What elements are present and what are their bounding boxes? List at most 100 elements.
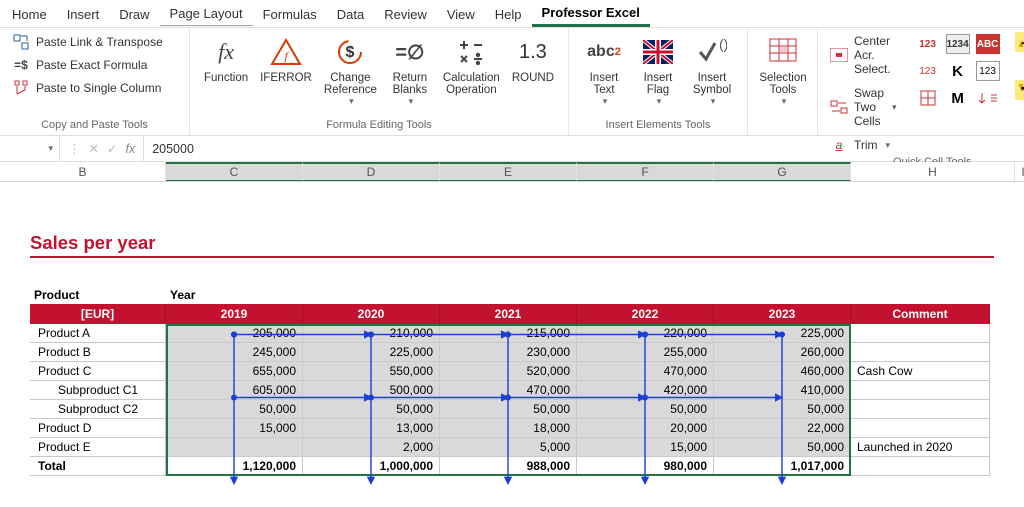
millions-m-icon[interactable]: M — [946, 88, 970, 108]
value-cell[interactable]: 205,000 — [166, 324, 303, 342]
tab-professor-excel[interactable]: Professor Excel — [532, 0, 650, 27]
value-cell[interactable]: 230,000 — [440, 343, 577, 361]
tab-draw[interactable]: Draw — [109, 2, 159, 26]
insert-text-button[interactable]: abc2 Insert Text▾ — [577, 32, 631, 109]
value-cell[interactable]: 50,000 — [440, 400, 577, 418]
value-cell[interactable]: 1,017,000 — [714, 457, 851, 475]
product-name-cell[interactable]: Total — [30, 457, 166, 475]
value-cell[interactable]: 20,000 — [577, 419, 714, 437]
product-name-cell[interactable]: Subproduct C2 — [30, 400, 166, 418]
round-button[interactable]: 1.3 ROUND — [506, 32, 560, 86]
value-cell[interactable]: 460,000 — [714, 362, 851, 380]
hierarchy-bottom-icon[interactable] — [1015, 80, 1024, 100]
comment-cell[interactable] — [851, 457, 990, 475]
value-cell[interactable]: 550,000 — [303, 362, 440, 380]
col-header-C[interactable]: C — [166, 162, 303, 181]
comment-cell[interactable]: Cash Cow — [851, 362, 990, 380]
tab-data[interactable]: Data — [327, 2, 374, 26]
value-cell[interactable]: 50,000 — [577, 400, 714, 418]
col-header-H[interactable]: H — [851, 162, 1015, 181]
col-header-E[interactable]: E — [440, 162, 577, 181]
value-cell[interactable]: 215,000 — [440, 324, 577, 342]
value-cell[interactable]: 15,000 — [166, 419, 303, 437]
value-cell[interactable]: 410,000 — [714, 381, 851, 399]
value-cell[interactable]: 13,000 — [303, 419, 440, 437]
tab-formulas[interactable]: Formulas — [253, 2, 327, 26]
comment-cell[interactable] — [851, 419, 990, 437]
change-reference-button[interactable]: $ Change Reference▾ — [318, 32, 383, 109]
value-cell[interactable]: 5,000 — [440, 438, 577, 456]
value-cell[interactable]: 1,120,000 — [166, 457, 303, 475]
value-cell[interactable]: 1,000,000 — [303, 457, 440, 475]
col-header-F[interactable]: F — [577, 162, 714, 181]
value-cell[interactable]: 50,000 — [714, 438, 851, 456]
value-cell[interactable]: 420,000 — [577, 381, 714, 399]
return-blanks-button[interactable]: =∅ Return Blanks▾ — [383, 32, 437, 109]
worksheet[interactable]: Sales per year Product Year [EUR]2019202… — [0, 182, 1024, 476]
comment-cell[interactable] — [851, 343, 990, 361]
comment-cell[interactable] — [851, 400, 990, 418]
comment-cell[interactable] — [851, 324, 990, 342]
product-name-cell[interactable]: Product C — [30, 362, 166, 380]
group-1234-icon[interactable]: 1234 — [946, 34, 970, 54]
value-cell[interactable]: 50,000 — [303, 400, 440, 418]
product-name-cell[interactable]: Subproduct C1 — [30, 381, 166, 399]
grid-dots-icon[interactable] — [916, 88, 940, 108]
comment-cell[interactable] — [851, 381, 990, 399]
value-cell[interactable]: 520,000 — [440, 362, 577, 380]
function-button[interactable]: fx Function — [198, 32, 254, 86]
product-name-cell[interactable]: Product E — [30, 438, 166, 456]
cancel-x-icon[interactable]: ✕ — [89, 141, 99, 156]
value-cell[interactable]: 225,000 — [714, 324, 851, 342]
center-across-selection-button[interactable]: Center Acr. Select. — [826, 32, 901, 78]
col-header-G[interactable]: G — [714, 162, 851, 181]
value-cell[interactable]: 225,000 — [303, 343, 440, 361]
comment-cell[interactable]: Launched in 2020 — [851, 438, 990, 456]
value-cell[interactable]: 470,000 — [440, 381, 577, 399]
col-header-D[interactable]: D — [303, 162, 440, 181]
tab-help[interactable]: Help — [485, 2, 532, 26]
thousands-k-icon[interactable]: K — [946, 61, 970, 81]
tab-page-layout[interactable]: Page Layout — [160, 1, 253, 26]
value-cell[interactable]: 655,000 — [166, 362, 303, 380]
paste-link-transpose-button[interactable]: Paste Link & Transpose — [8, 32, 167, 52]
value-cell[interactable]: 220,000 — [577, 324, 714, 342]
swap-two-cells-button[interactable]: Swap Two Cells ▾ — [826, 84, 901, 130]
col-header-I[interactable]: I — [1015, 162, 1024, 181]
tab-view[interactable]: View — [437, 2, 485, 26]
decimal-123-icon[interactable]: 123 — [916, 34, 940, 54]
paste-single-column-button[interactable]: Paste to Single Column — [8, 78, 167, 98]
value-cell[interactable]: 255,000 — [577, 343, 714, 361]
product-name-cell[interactable]: Product B — [30, 343, 166, 361]
value-cell[interactable]: 988,000 — [440, 457, 577, 475]
sort-arrows-icon[interactable] — [976, 88, 1000, 108]
value-cell[interactable]: 15,000 — [577, 438, 714, 456]
product-name-cell[interactable]: Product A — [30, 324, 166, 342]
paste-exact-formula-button[interactable]: =$ Paste Exact Formula — [8, 56, 167, 74]
iferror-button[interactable]: f IFERROR — [254, 32, 318, 86]
insert-flag-button[interactable]: Insert Flag▾ — [631, 32, 685, 109]
formula-input[interactable]: 205000 — [144, 142, 1024, 156]
value-cell[interactable]: 2,000 — [303, 438, 440, 456]
accept-check-icon[interactable]: ✓ — [107, 141, 117, 156]
value-cell[interactable]: 50,000 — [166, 400, 303, 418]
calculation-operation-button[interactable]: Calculation Operation — [437, 32, 506, 98]
selection-tools-button[interactable]: Selection Tools▾ — [756, 32, 810, 109]
name-box[interactable]: ▾ — [0, 136, 60, 161]
value-cell[interactable]: 18,000 — [440, 419, 577, 437]
hierarchy-top-icon[interactable] — [1015, 32, 1024, 52]
boxed-123-icon[interactable]: 123 — [976, 61, 1000, 81]
product-name-cell[interactable]: Product D — [30, 419, 166, 437]
tab-home[interactable]: Home — [2, 2, 57, 26]
value-cell[interactable]: 50,000 — [714, 400, 851, 418]
value-cell[interactable]: 980,000 — [577, 457, 714, 475]
value-cell[interactable]: 210,000 — [303, 324, 440, 342]
tab-insert[interactable]: Insert — [57, 2, 110, 26]
value-cell[interactable]: 245,000 — [166, 343, 303, 361]
alt-123-icon[interactable]: 123 — [916, 61, 940, 81]
chevron-down-small-icon[interactable]: ▾ — [1015, 56, 1024, 76]
value-cell[interactable]: 260,000 — [714, 343, 851, 361]
value-cell[interactable]: 500,000 — [303, 381, 440, 399]
abc-red-icon[interactable]: ABC — [976, 34, 1000, 54]
tab-review[interactable]: Review — [374, 2, 437, 26]
